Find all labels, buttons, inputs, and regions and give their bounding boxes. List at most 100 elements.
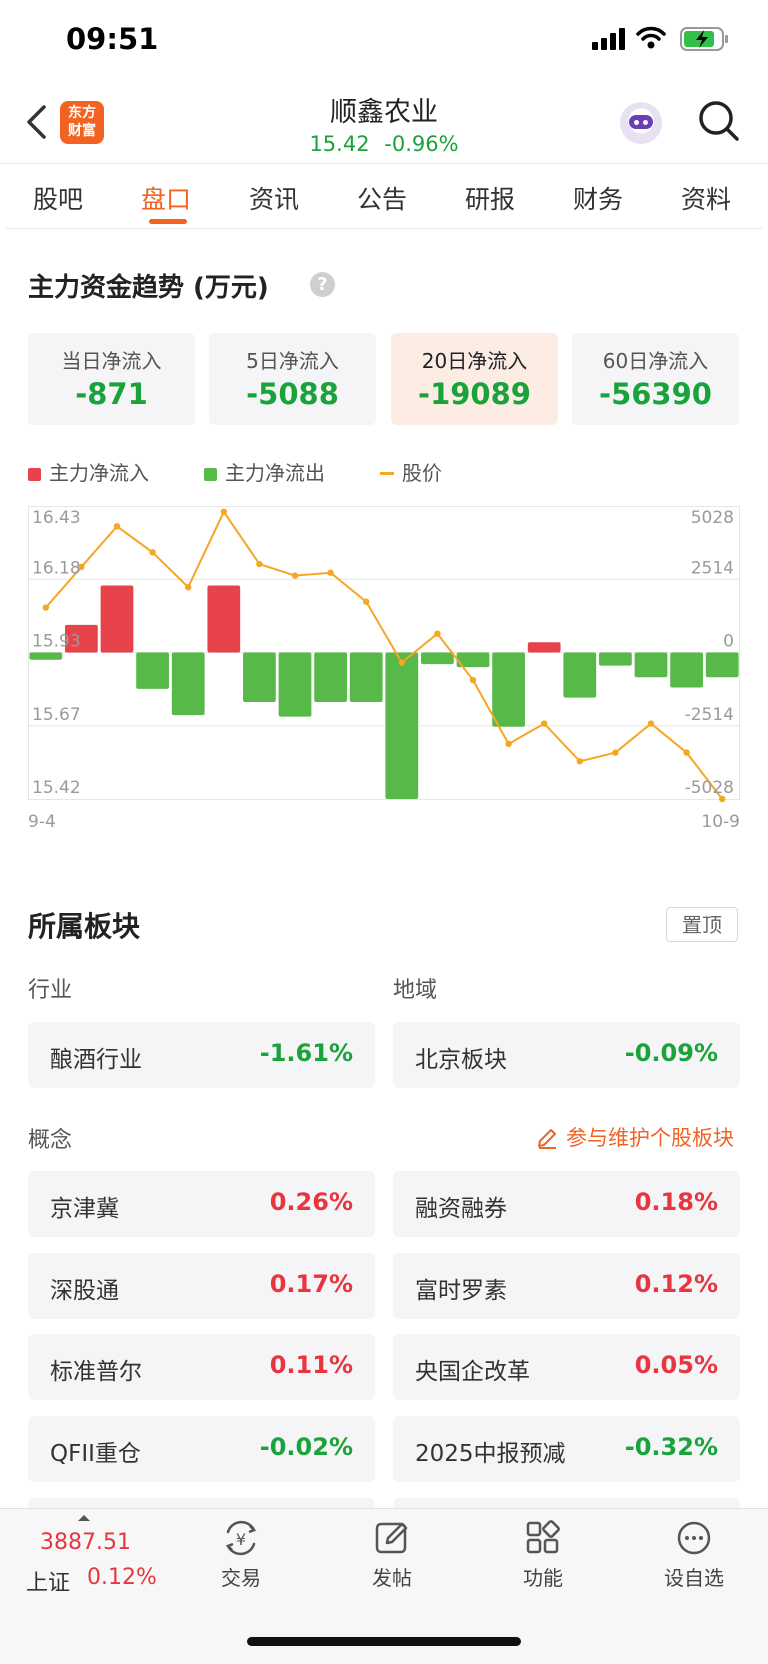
flow-card-5d[interactable]: 5日净流入 -5088: [209, 333, 376, 425]
post-icon: [375, 1522, 408, 1554]
flow-card-value: -56390: [599, 377, 712, 411]
nav-post[interactable]: 发帖: [342, 1520, 442, 1591]
price-point: [505, 740, 512, 748]
flow-card-today[interactable]: 当日净流入 -871: [28, 333, 195, 425]
x-axis-end-label: 10-9: [701, 812, 740, 832]
concept-label: 概念: [28, 1128, 73, 1153]
help-icon[interactable]: ?: [310, 272, 335, 297]
outflow-bar: [243, 652, 276, 703]
nav-functions[interactable]: 功能: [493, 1520, 593, 1591]
flow-card-value: -871: [75, 377, 148, 411]
concept-chip[interactable]: 深股通 0.17%: [28, 1253, 375, 1319]
outflow-bar: [29, 652, 63, 660]
left-axis-tick: 16.18: [32, 558, 81, 578]
concept-chip[interactable]: 京津冀 0.26%: [28, 1171, 375, 1237]
flow-card-20d[interactable]: 20日净流入 -19089: [391, 333, 558, 425]
price-point: [541, 720, 548, 727]
expand-arrow-icon[interactable]: [78, 1515, 90, 1521]
concept-chip[interactable]: QFII重仓 -0.02%: [28, 1416, 375, 1482]
nav-label: 设自选: [664, 1566, 724, 1590]
industry-chip[interactable]: 酿酒行业 -1.61%: [28, 1022, 375, 1088]
header-divider: [0, 163, 768, 164]
outflow-bar: [705, 652, 739, 678]
trade-icon: ¥: [225, 1520, 257, 1556]
maintain-sectors-link[interactable]: 参与维护个股板块: [536, 1122, 734, 1152]
stock-price: 15.42: [309, 132, 370, 156]
flow-card-60d[interactable]: 60日净流入 -56390: [572, 333, 739, 425]
price-point: [327, 569, 334, 576]
index-value[interactable]: 3887.51: [40, 1530, 131, 1555]
sector-name: 酿酒行业: [50, 1047, 142, 1073]
tab-research[interactable]: 研报: [465, 180, 515, 216]
index-name[interactable]: 上证: [26, 1565, 70, 1597]
sector-name: 深股通: [50, 1278, 119, 1304]
inflow-bar: [527, 642, 561, 653]
tab-news[interactable]: 资讯: [249, 180, 299, 216]
flow-card-value: -5088: [246, 377, 339, 411]
tabs-divider: [6, 228, 762, 229]
outflow-bar: [563, 652, 597, 698]
sector-change: 0.17%: [269, 1270, 353, 1298]
tab-guba[interactable]: 股吧: [33, 180, 83, 216]
outflow-bar: [136, 652, 169, 689]
concept-chip[interactable]: 融资融券 0.18%: [393, 1171, 740, 1237]
concept-chip[interactable]: 2025中报预减 -0.32%: [393, 1416, 740, 1482]
outflow-bar: [385, 652, 419, 799]
legend-inflow: 主力净流入: [28, 457, 149, 486]
flow-card-label: 5日净流入: [246, 349, 339, 373]
left-axis-tick: 15.42: [32, 778, 81, 798]
sector-change: 0.11%: [269, 1351, 353, 1379]
signal-icon: [592, 28, 625, 50]
outflow-bar: [634, 652, 668, 678]
right-axis-tick: -2514: [685, 705, 734, 725]
industry-label: 行业: [28, 978, 73, 1003]
edit-pencil-icon: [538, 1129, 556, 1149]
price-point: [185, 584, 192, 591]
outflow-bar: [421, 652, 454, 665]
pin-to-top-button[interactable]: 置顶: [666, 907, 738, 942]
sector-name: 北京板块: [415, 1047, 507, 1073]
flow-card-label: 60日净流入: [602, 349, 709, 373]
price-point: [612, 749, 619, 756]
money-flow-title: 主力资金趋势 (万元): [28, 273, 269, 303]
legend-outflow: 主力净流出: [204, 457, 325, 486]
nav-add-watchlist[interactable]: 设自选: [644, 1520, 744, 1591]
nav-label: 功能: [523, 1566, 563, 1590]
concept-chip[interactable]: 富时罗素 0.12%: [393, 1253, 740, 1319]
concept-chip[interactable]: 标准普尔 0.11%: [28, 1334, 375, 1400]
price-point: [113, 523, 121, 530]
svg-text:¥: ¥: [236, 1530, 246, 1549]
search-icon[interactable]: [698, 100, 740, 142]
right-axis-tick: -5028: [685, 778, 734, 798]
assistant-robot-icon[interactable]: [620, 102, 662, 144]
region-chip[interactable]: 北京板块 -0.09%: [393, 1022, 740, 1088]
outflow-bar: [492, 652, 525, 727]
price-point: [363, 598, 370, 605]
left-axis-tick: 15.67: [32, 705, 81, 725]
price-point: [220, 508, 227, 516]
tab-pankou[interactable]: 盘口: [141, 180, 191, 216]
sector-change: -1.61%: [259, 1039, 353, 1067]
outflow-bar: [314, 652, 347, 703]
left-axis-tick: 16.43: [32, 508, 81, 528]
x-axis-start-label: 9-4: [28, 812, 56, 832]
sector-title: 所属板块: [28, 910, 141, 943]
sector-change: -0.09%: [624, 1039, 718, 1067]
left-axis-tick: 15.93: [32, 632, 81, 652]
sector-change: -0.32%: [624, 1433, 718, 1461]
legend-outflow-label: 主力净流出: [225, 461, 325, 485]
index-change[interactable]: 0.12%: [87, 1565, 157, 1590]
price-point: [291, 572, 299, 579]
sector-change: 0.18%: [634, 1188, 718, 1216]
money-flow-chart[interactable]: 16.43 16.18 15.93 15.67 15.42 5028 2514 0 -2514 -…: [28, 506, 740, 806]
tab-announcements[interactable]: 公告: [357, 180, 407, 216]
tab-profile[interactable]: 资料: [681, 180, 731, 216]
outflow-bar: [599, 652, 632, 666]
status-time: 09:51: [66, 22, 159, 56]
nav-trade[interactable]: ¥ 交易: [191, 1520, 291, 1591]
concept-chip[interactable]: 央国企改革 0.05%: [393, 1334, 740, 1400]
stock-change-pct: -0.96%: [384, 132, 459, 156]
legend-price: 股价: [380, 457, 442, 486]
maintain-sectors-label: 参与维护个股板块: [566, 1126, 734, 1150]
tab-finance[interactable]: 财务: [573, 180, 623, 216]
